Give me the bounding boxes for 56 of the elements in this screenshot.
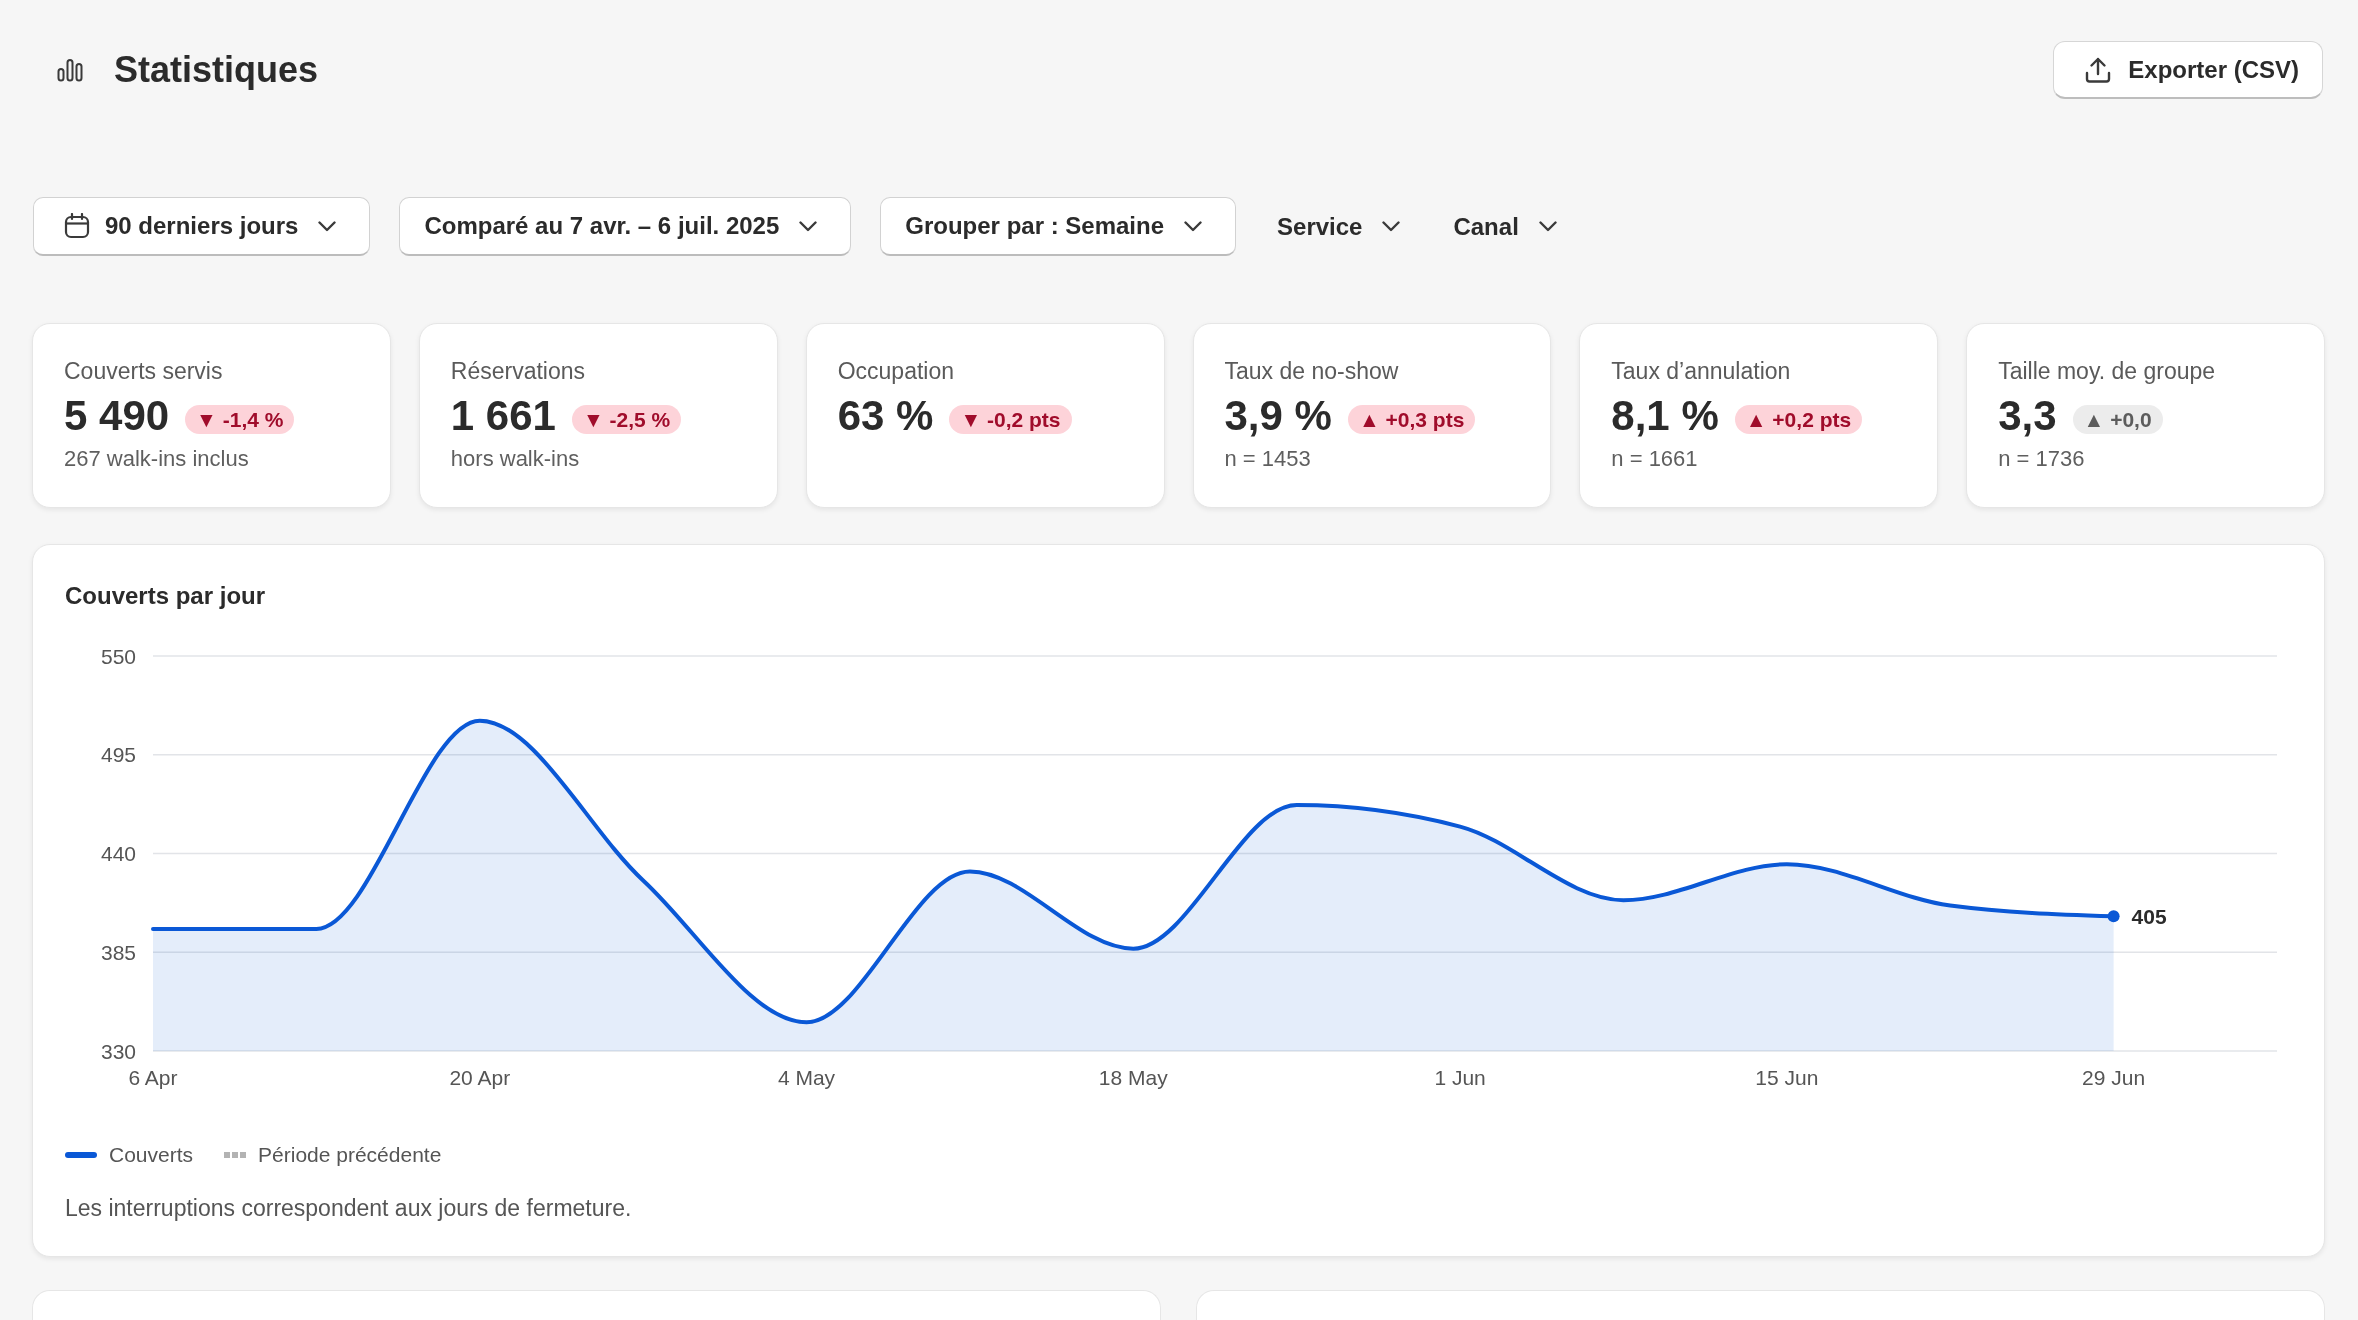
kpi-value: 5 490 <box>64 392 170 440</box>
x-axis-label: 6 Apr <box>128 1066 178 1089</box>
page-title: Statistiques <box>114 48 319 92</box>
change-badge: ▲ +0,3 pts <box>1347 405 1476 434</box>
kpi-label: Occupation <box>837 357 954 385</box>
data-point-icon <box>2107 910 2120 923</box>
change-badge: ▼ -1,4 % <box>185 405 295 434</box>
bar-chart-icon <box>57 58 83 82</box>
y-axis-label: 440 <box>100 842 136 865</box>
kpi-note: n = 1661 <box>1611 446 1698 472</box>
filter-dropdown[interactable]: Canal <box>1441 197 1569 256</box>
x-axis-label: 29 Jun <box>2082 1066 2146 1089</box>
select-dropdown[interactable]: Grouper par : Semaine <box>880 197 1237 256</box>
chart-title: Couverts par jour <box>65 581 266 611</box>
chevron-down-icon <box>318 220 337 232</box>
kpi-label: Taux d’annulation <box>1611 357 1791 385</box>
kpi-note: 267 walk-ins inclus <box>64 446 249 472</box>
chart-note: Les interruptions correspondent aux jours de fermeture. <box>65 1195 632 1221</box>
calendar-icon <box>64 213 90 239</box>
kpi-value: 3,9 % <box>1224 392 1332 440</box>
x-axis-label: 18 May <box>1098 1066 1168 1089</box>
change-badge: ▲ +0,0 <box>2072 405 2163 434</box>
x-axis-label: 4 May <box>777 1066 836 1089</box>
y-axis-label: 550 <box>100 644 136 668</box>
date-range-dropdown[interactable]: 90 derniers jours <box>33 197 371 256</box>
change-badge: ▼ -2,5 % <box>571 405 682 434</box>
upload-icon <box>2084 55 2113 84</box>
kpi-value: 63 % <box>837 392 934 440</box>
change-badge: ▼ -0,2 pts <box>949 405 1072 434</box>
data-label: 405 <box>2131 904 2167 928</box>
x-axis-label: 20 Apr <box>449 1066 511 1089</box>
y-axis-label: 495 <box>100 743 136 767</box>
kpi-value: 8,1 % <box>1611 392 1719 440</box>
kpi-label: Couverts servis <box>64 357 223 385</box>
chevron-down-icon <box>1538 221 1557 232</box>
chevron-down-icon <box>799 220 818 232</box>
chevron-down-icon <box>1184 220 1203 232</box>
x-axis-label: 1 Jun <box>1434 1066 1486 1089</box>
kpi-label: Réservations <box>450 357 586 385</box>
export-button[interactable]: Exporter (CSV) <box>2053 41 2323 99</box>
kpi-note: n = 1736 <box>1998 446 2085 472</box>
kpi-note: hors walk-ins <box>450 446 580 472</box>
kpi-label: Taille moy. de groupe <box>1998 357 2216 385</box>
kpi-value: 1 661 <box>450 392 556 440</box>
kpi-value: 3,3 <box>1998 392 2057 440</box>
change-badge: ▲ +0,2 pts <box>1734 405 1863 434</box>
x-axis-label: 15 Jun <box>1755 1066 1819 1089</box>
select-dropdown[interactable]: Comparé au 7 avr. – 6 juil. 2025 <box>399 197 852 256</box>
kpi-label: Taux de no-show <box>1224 357 1399 385</box>
legend-label: Période précédente <box>258 1142 442 1168</box>
filter-dropdown[interactable]: Service <box>1265 197 1413 256</box>
y-axis-label: 330 <box>100 1039 136 1063</box>
chevron-down-icon <box>1382 221 1401 232</box>
legend-label: Couverts <box>109 1142 194 1168</box>
kpi-note: n = 1453 <box>1224 446 1311 472</box>
y-axis-label: 385 <box>100 940 136 964</box>
